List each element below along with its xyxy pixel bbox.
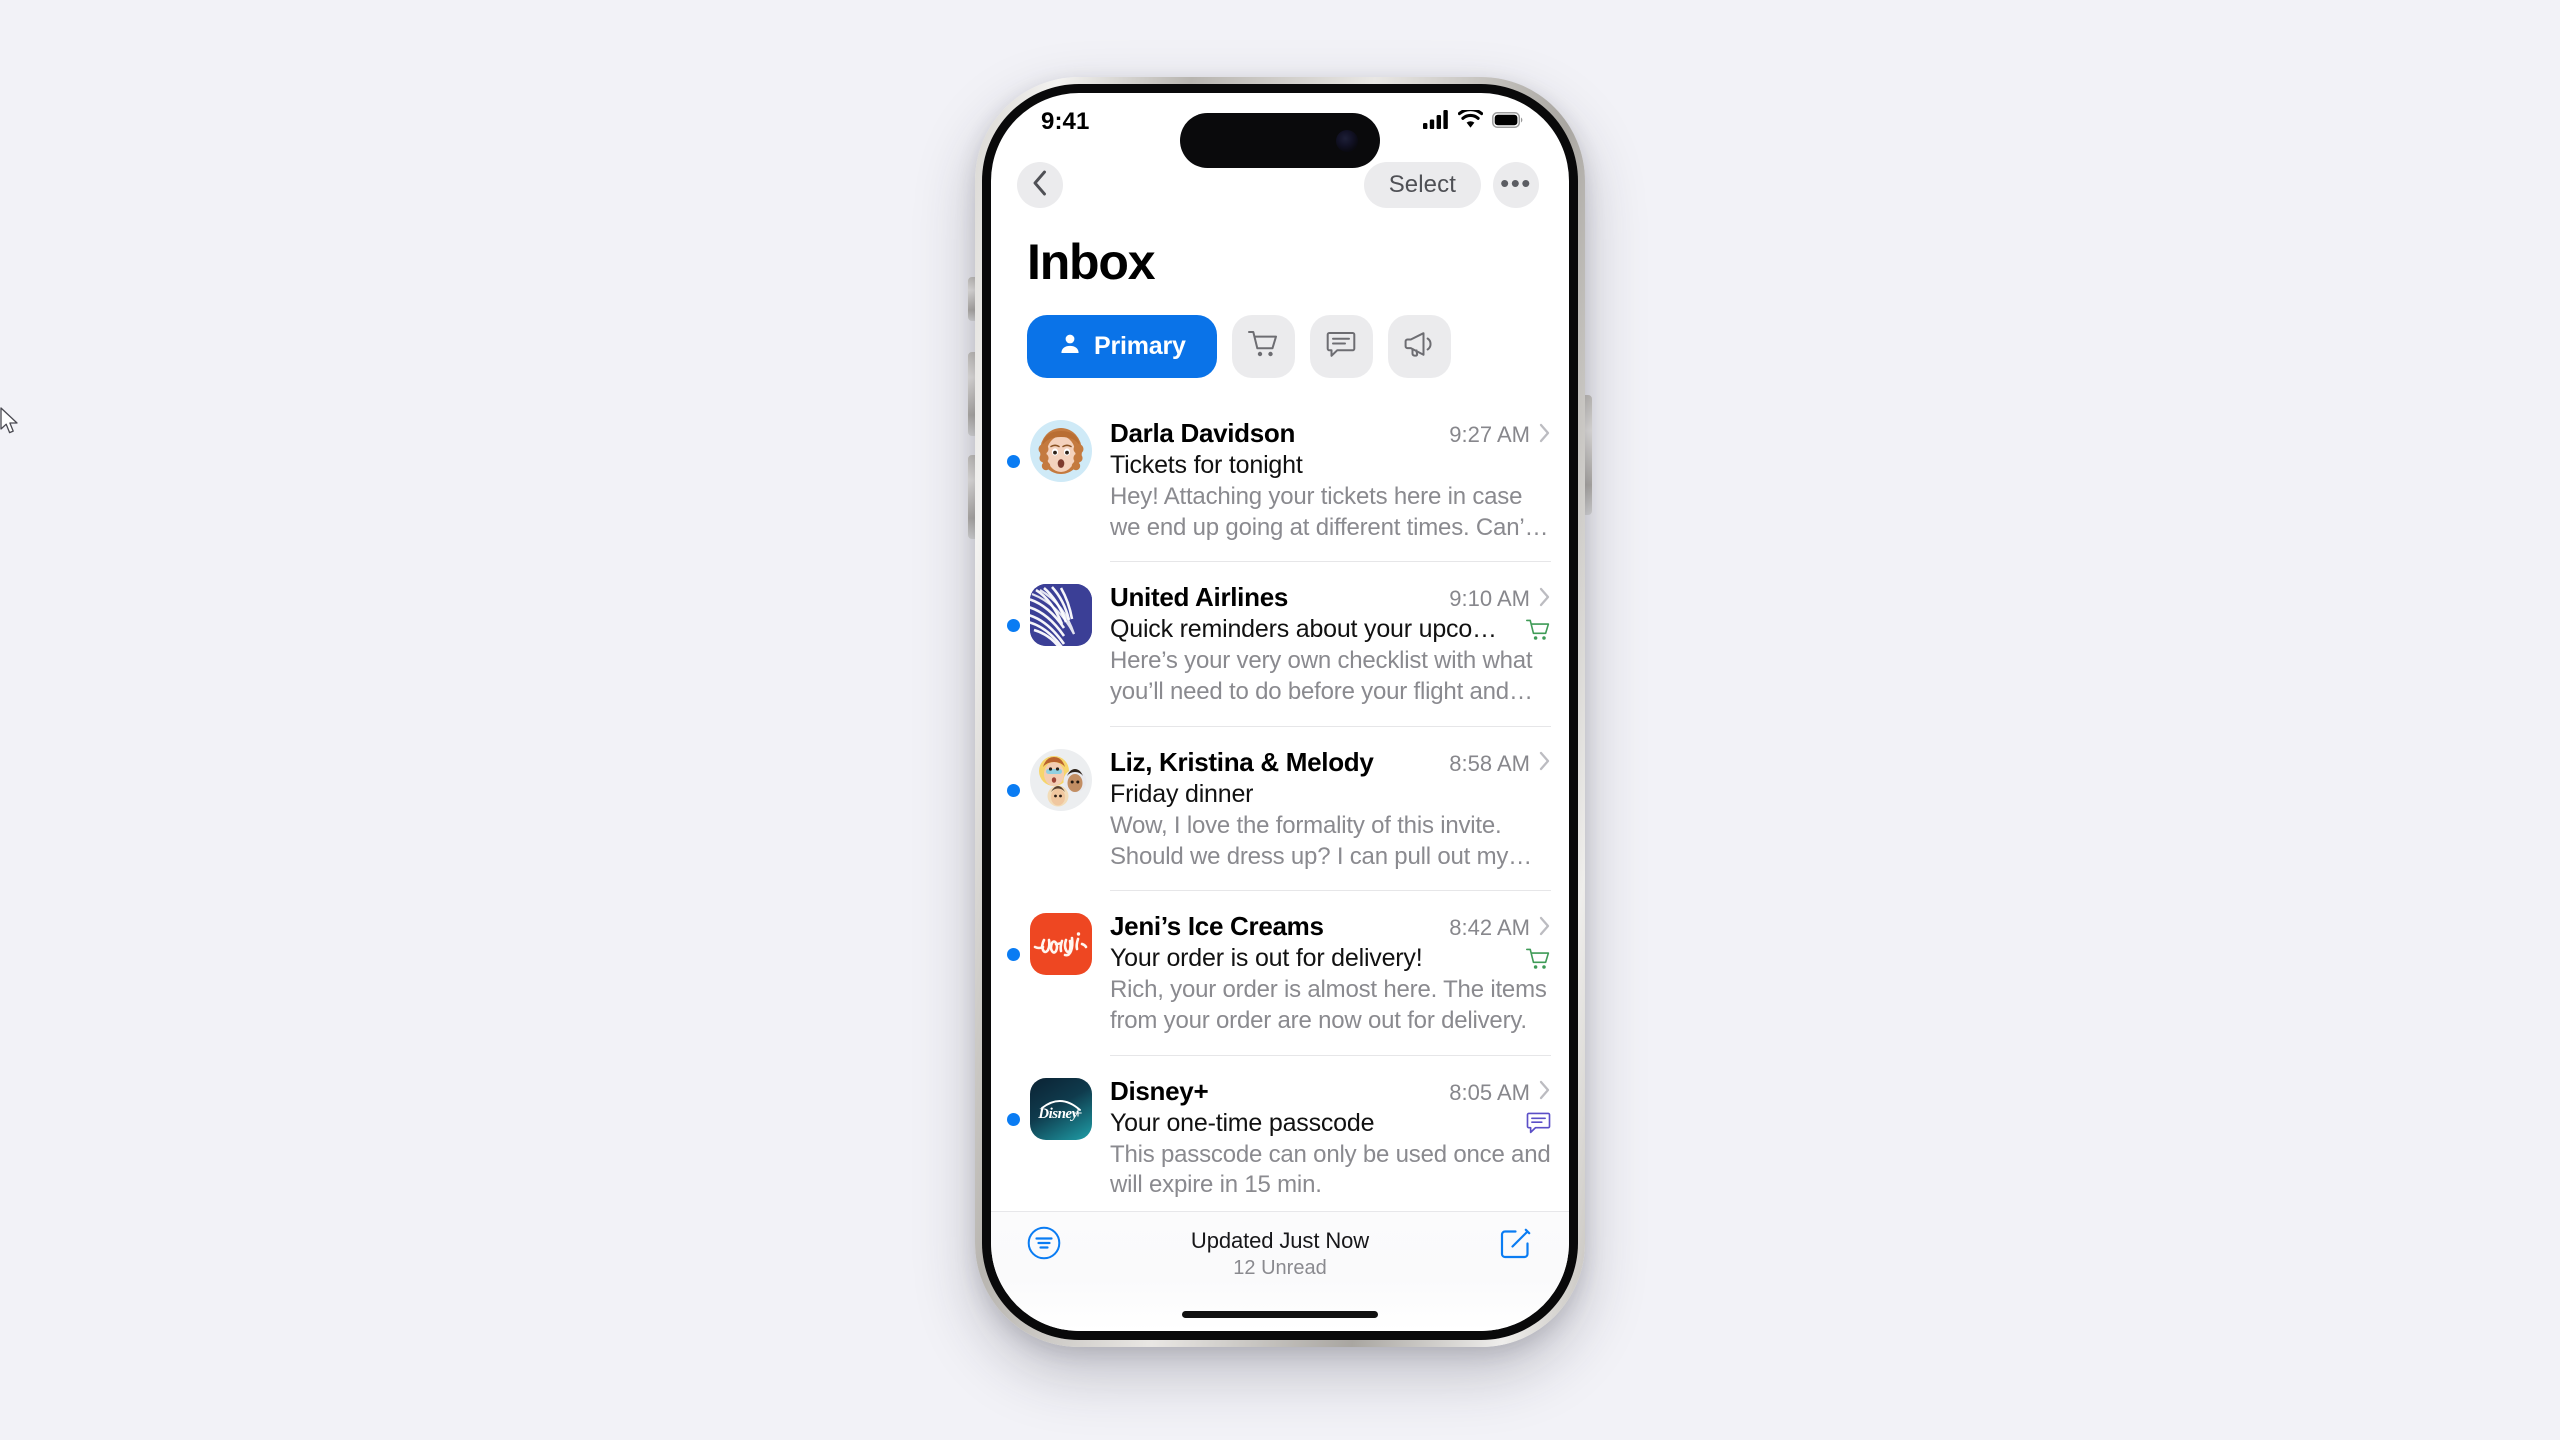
battery-full-icon: [1492, 111, 1523, 133]
unread-dot: [1007, 1112, 1020, 1126]
mail-row[interactable]: Darla Davidson 9:27 AM Tickets for tonig…: [991, 398, 1569, 563]
chevron-right-icon: [1539, 916, 1551, 941]
updated-text: Updated Just Now: [1190, 1228, 1370, 1253]
svg-text:+: +: [1074, 1105, 1083, 1122]
message-icon: [1326, 330, 1356, 364]
mail-row-body: United Airlines 9:10 AM Quick reminders …: [1110, 562, 1551, 727]
mail-row-body: Disney+ 8:05 AM Your one-time passcode T…: [1110, 1056, 1551, 1211]
mail-time: 8:58 AM: [1449, 750, 1530, 776]
front-camera-icon: [1336, 129, 1358, 152]
compose-icon: [1500, 1228, 1531, 1259]
chevron-right-icon: [1539, 587, 1551, 612]
chevron-left-icon: [1032, 170, 1048, 201]
category-message-icon: [1514, 1111, 1551, 1135]
mail-row[interactable]: Jeni’s Ice Creams 8:42 AM Your order is …: [991, 891, 1569, 1056]
unread-dot: [1007, 455, 1020, 468]
mail-row-body: Liz, Kristina & Melody 8:58 AM Friday di…: [1110, 727, 1551, 892]
unread-dot: [1007, 783, 1020, 797]
mail-time: 8:42 AM: [1449, 915, 1530, 941]
tab-primary[interactable]: Primary: [1027, 315, 1217, 378]
mail-time: 8:05 AM: [1449, 1079, 1530, 1105]
tab-shopping[interactable]: [1231, 315, 1295, 378]
mail-subject: Tickets for tonight: [1110, 451, 1303, 479]
category-cart-icon: [1513, 618, 1551, 642]
nav-right-group: Select •••: [1363, 162, 1539, 208]
mail-subject: Your order is out for delivery!: [1110, 944, 1423, 973]
avatar: Disney +: [1030, 1077, 1092, 1140]
mouse-cursor: [0, 407, 22, 437]
unread-count: 12 Unread: [1233, 1257, 1327, 1279]
mail-preview: Rich, your order is almost here. The ite…: [1110, 976, 1547, 1035]
mail-preview: Wow, I love the formality of this invite…: [1110, 811, 1509, 870]
mail-sender: Disney+: [1110, 1075, 1209, 1106]
mail-row[interactable]: Disney + Disney+ 8:05 AM Your one-time p…: [991, 1056, 1569, 1211]
mail-sender: Liz, Kristina & Melody: [1110, 746, 1374, 777]
filter-tabs: Primary: [991, 297, 1569, 398]
chevron-right-icon: [1539, 751, 1551, 776]
avatar: [1030, 748, 1092, 811]
wifi-icon: [1457, 108, 1484, 134]
filter-button[interactable]: [1027, 1226, 1061, 1265]
svg-text:Disney: Disney: [1037, 1106, 1078, 1122]
phone-screen: 9:41 Select ••• Inbox Primary Darla Davi…: [991, 93, 1569, 1331]
home-indicator[interactable]: [1182, 1311, 1378, 1318]
mail-row-body: Jeni’s Ice Creams 8:42 AM Your order is …: [1110, 891, 1551, 1056]
dynamic-island: [1180, 113, 1380, 168]
bottom-toolbar: Updated Just Now 12 Unread: [991, 1211, 1569, 1331]
select-button[interactable]: Select: [1363, 162, 1481, 208]
sync-status: Updated Just Now 12 Unread: [1061, 1226, 1499, 1280]
mail-row-body: Darla Davidson 9:27 AM Tickets for tonig…: [1110, 398, 1551, 563]
cellular-bars-icon: [1423, 110, 1449, 134]
avatar: [1030, 913, 1092, 976]
back-button[interactable]: [1017, 162, 1063, 208]
unread-dot: [1007, 948, 1020, 962]
status-time: 9:41: [1041, 108, 1090, 135]
mail-preview: Here’s your very own checklist with what…: [1110, 647, 1533, 706]
unread-dot: [1007, 619, 1020, 633]
page-title: Inbox: [1027, 234, 1156, 290]
chevron-right-icon: [1539, 423, 1551, 448]
mail-subject: Quick reminders about your upcoming…: [1110, 615, 1513, 644]
phone-bezel: 9:41 Select ••• Inbox Primary Darla Davi…: [982, 84, 1578, 1340]
cart-icon: [1247, 329, 1279, 364]
mail-time: 9:27 AM: [1449, 422, 1530, 447]
tab-primary-label: Primary: [1094, 332, 1186, 360]
compose-button[interactable]: [1499, 1226, 1533, 1265]
filter-lines-icon: [1027, 1226, 1061, 1260]
mail-subject: Your one-time passcode: [1110, 1108, 1375, 1137]
tab-promotions[interactable]: [1387, 315, 1451, 378]
mail-preview: Hey! Attaching your tickets here in case…: [1110, 483, 1531, 541]
person-icon: [1058, 332, 1082, 361]
select-button-label: Select: [1388, 171, 1456, 198]
avatar: [1030, 420, 1092, 482]
mail-row[interactable]: Liz, Kristina & Melody 8:58 AM Friday di…: [991, 727, 1569, 892]
tab-updates[interactable]: [1309, 315, 1373, 378]
mail-sender: Darla Davidson: [1110, 418, 1296, 448]
mail-list[interactable]: Darla Davidson 9:27 AM Tickets for tonig…: [991, 398, 1569, 1211]
mail-subject: Friday dinner: [1110, 779, 1254, 808]
mail-sender: United Airlines: [1110, 582, 1289, 613]
status-icons: [1423, 108, 1523, 134]
chevron-right-icon: [1539, 1080, 1551, 1105]
mail-preview: This passcode can only be used once and …: [1110, 1140, 1551, 1199]
megaphone-icon: [1403, 329, 1435, 364]
mail-sender: Jeni’s Ice Creams: [1110, 911, 1324, 942]
avatar: [1030, 584, 1092, 647]
more-options-button[interactable]: •••: [1493, 162, 1539, 208]
phone-frame: 9:41 Select ••• Inbox Primary Darla Davi…: [975, 77, 1585, 1347]
mail-row[interactable]: United Airlines 9:10 AM Quick reminders …: [991, 562, 1569, 727]
category-cart-icon: [1513, 947, 1551, 971]
mail-time: 9:10 AM: [1449, 586, 1530, 612]
